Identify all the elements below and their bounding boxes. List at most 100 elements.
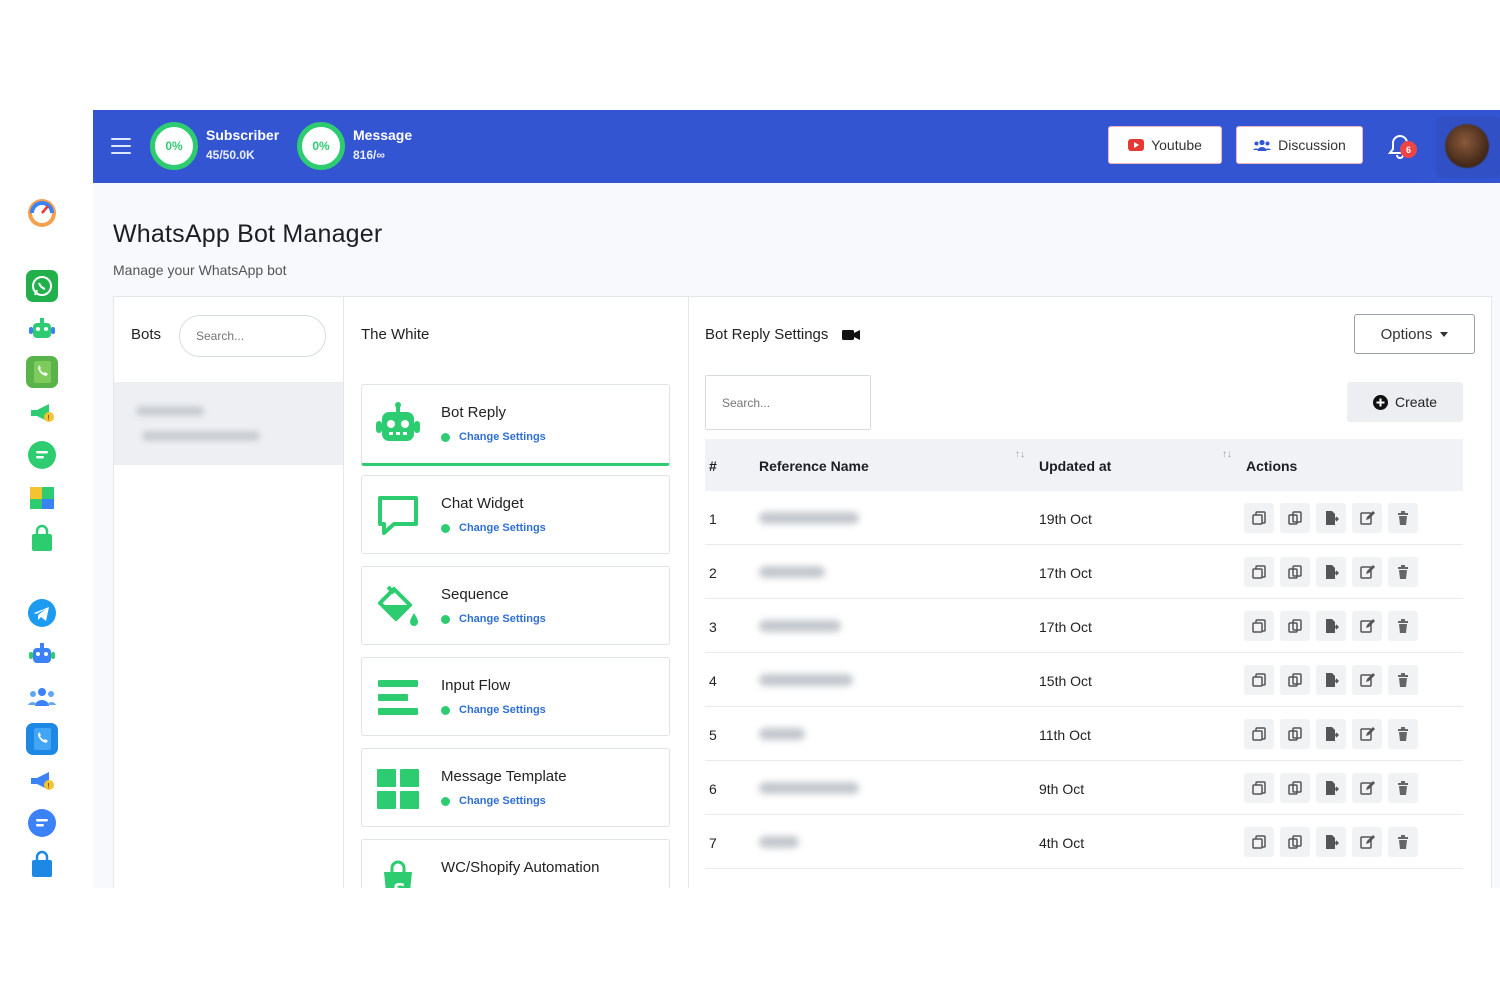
bot-list-item-selected[interactable] — [114, 382, 343, 465]
edit-button[interactable] — [1352, 665, 1382, 695]
menu-card-message-template[interactable]: Message Template Change Settings — [361, 748, 670, 827]
delete-button[interactable] — [1388, 719, 1418, 749]
delete-button[interactable] — [1388, 611, 1418, 641]
copy-button[interactable] — [1244, 665, 1274, 695]
reference-name-redacted[interactable] — [759, 566, 825, 578]
blue-chat-icon[interactable] — [26, 807, 58, 839]
video-camera-icon[interactable] — [842, 329, 861, 341]
copy-button[interactable] — [1244, 557, 1274, 587]
export-file-icon — [1323, 726, 1339, 742]
delete-button[interactable] — [1388, 503, 1418, 533]
sort-icon[interactable]: ↑↓ — [1222, 449, 1232, 460]
youtube-button[interactable]: Youtube — [1108, 126, 1222, 164]
bots-search-input[interactable] — [179, 315, 326, 357]
clone-icon — [1287, 510, 1303, 526]
copy-icon — [1251, 510, 1267, 526]
bots-heading: Bots — [131, 326, 162, 343]
menu-card-shopify-automation[interactable]: S WC/Shopify Automation — [361, 839, 670, 888]
copy-button[interactable] — [1244, 611, 1274, 641]
hamburger-menu-icon[interactable] — [111, 138, 131, 154]
clone-button[interactable] — [1280, 827, 1310, 857]
dashboard-gauge-icon[interactable] — [26, 197, 58, 229]
row-actions — [1244, 827, 1418, 857]
delete-button[interactable] — [1388, 665, 1418, 695]
change-settings-link[interactable]: Change Settings — [441, 795, 546, 807]
blue-megaphone-icon[interactable]: ! — [26, 765, 58, 797]
menu-card-chat-widget[interactable]: Chat Widget Change Settings — [361, 475, 670, 554]
export-button[interactable] — [1316, 773, 1346, 803]
green-chat-icon[interactable] — [26, 439, 58, 471]
change-settings-link[interactable]: Change Settings — [441, 522, 546, 534]
change-settings-link[interactable]: Change Settings — [441, 431, 546, 443]
edit-icon — [1359, 834, 1375, 850]
green-bot-icon[interactable] — [26, 314, 58, 346]
blue-bot-icon[interactable] — [26, 639, 58, 671]
edit-button[interactable] — [1352, 827, 1382, 857]
menu-card-bot-reply[interactable]: Bot Reply Change Settings — [361, 384, 670, 466]
green-shopping-bag-icon[interactable] — [26, 523, 58, 555]
column-header-reference-name[interactable]: Reference Name — [759, 458, 869, 474]
export-button[interactable] — [1316, 503, 1346, 533]
blue-shopping-bag-icon[interactable] — [26, 849, 58, 881]
change-settings-link[interactable]: Change Settings — [441, 704, 546, 716]
user-avatar[interactable] — [1445, 124, 1489, 168]
export-button[interactable] — [1316, 611, 1346, 641]
export-button[interactable] — [1316, 557, 1346, 587]
copy-button[interactable] — [1244, 827, 1274, 857]
edit-icon — [1359, 726, 1375, 742]
copy-button[interactable] — [1244, 773, 1274, 803]
clone-button[interactable] — [1280, 719, 1310, 749]
menu-card-sequence[interactable]: Sequence Change Settings — [361, 566, 670, 645]
phone-book-icon[interactable] — [26, 356, 58, 388]
status-dot — [441, 432, 450, 442]
reference-name-redacted[interactable] — [759, 782, 859, 794]
clone-button[interactable] — [1280, 503, 1310, 533]
reference-name-redacted[interactable] — [759, 620, 841, 632]
export-file-icon — [1323, 780, 1339, 796]
delete-button[interactable] — [1388, 557, 1418, 587]
row-number: 5 — [709, 727, 717, 743]
edit-button[interactable] — [1352, 557, 1382, 587]
delete-button[interactable] — [1388, 773, 1418, 803]
puzzle-icon[interactable] — [26, 481, 58, 513]
change-settings-link[interactable]: Change Settings — [441, 613, 546, 625]
copy-button[interactable] — [1244, 503, 1274, 533]
status-dot — [441, 796, 450, 806]
table-row: 5 11th Oct — [705, 707, 1463, 761]
export-button[interactable] — [1316, 719, 1346, 749]
status-dot — [441, 614, 450, 624]
create-button[interactable]: Create — [1347, 382, 1463, 422]
export-button[interactable] — [1316, 665, 1346, 695]
edit-button[interactable] — [1352, 611, 1382, 641]
delete-button[interactable] — [1388, 827, 1418, 857]
clone-button[interactable] — [1280, 773, 1310, 803]
menu-title-sequence: Sequence — [441, 586, 509, 603]
menu-card-input-flow[interactable]: Input Flow Change Settings — [361, 657, 670, 736]
edit-button[interactable] — [1352, 503, 1382, 533]
telegram-icon[interactable] — [26, 597, 58, 629]
options-dropdown-button[interactable]: Options — [1354, 314, 1475, 354]
column-header-updated-at[interactable]: Updated at — [1039, 458, 1111, 474]
reference-name-redacted[interactable] — [759, 728, 805, 740]
svg-text:S: S — [393, 880, 406, 888]
reference-name-redacted[interactable] — [759, 674, 853, 686]
export-file-icon — [1323, 672, 1339, 688]
megaphone-icon[interactable]: ! — [26, 397, 58, 429]
column-header-actions: Actions — [1246, 458, 1298, 474]
clone-button[interactable] — [1280, 611, 1310, 641]
clone-button[interactable] — [1280, 665, 1310, 695]
reference-name-redacted[interactable] — [759, 512, 859, 524]
export-button[interactable] — [1316, 827, 1346, 857]
sort-icon[interactable]: ↑↓ — [1015, 449, 1025, 460]
blue-phone-book-icon[interactable] — [26, 723, 58, 755]
group-icon[interactable] — [26, 681, 58, 713]
edit-button[interactable] — [1352, 773, 1382, 803]
reference-name-redacted[interactable] — [759, 836, 799, 848]
row-updated-at: 17th Oct — [1039, 565, 1092, 581]
copy-button[interactable] — [1244, 719, 1274, 749]
settings-search-input[interactable] — [705, 375, 871, 430]
discussion-button[interactable]: Discussion — [1236, 126, 1363, 164]
edit-button[interactable] — [1352, 719, 1382, 749]
whatsapp-icon[interactable] — [26, 270, 58, 302]
clone-button[interactable] — [1280, 557, 1310, 587]
